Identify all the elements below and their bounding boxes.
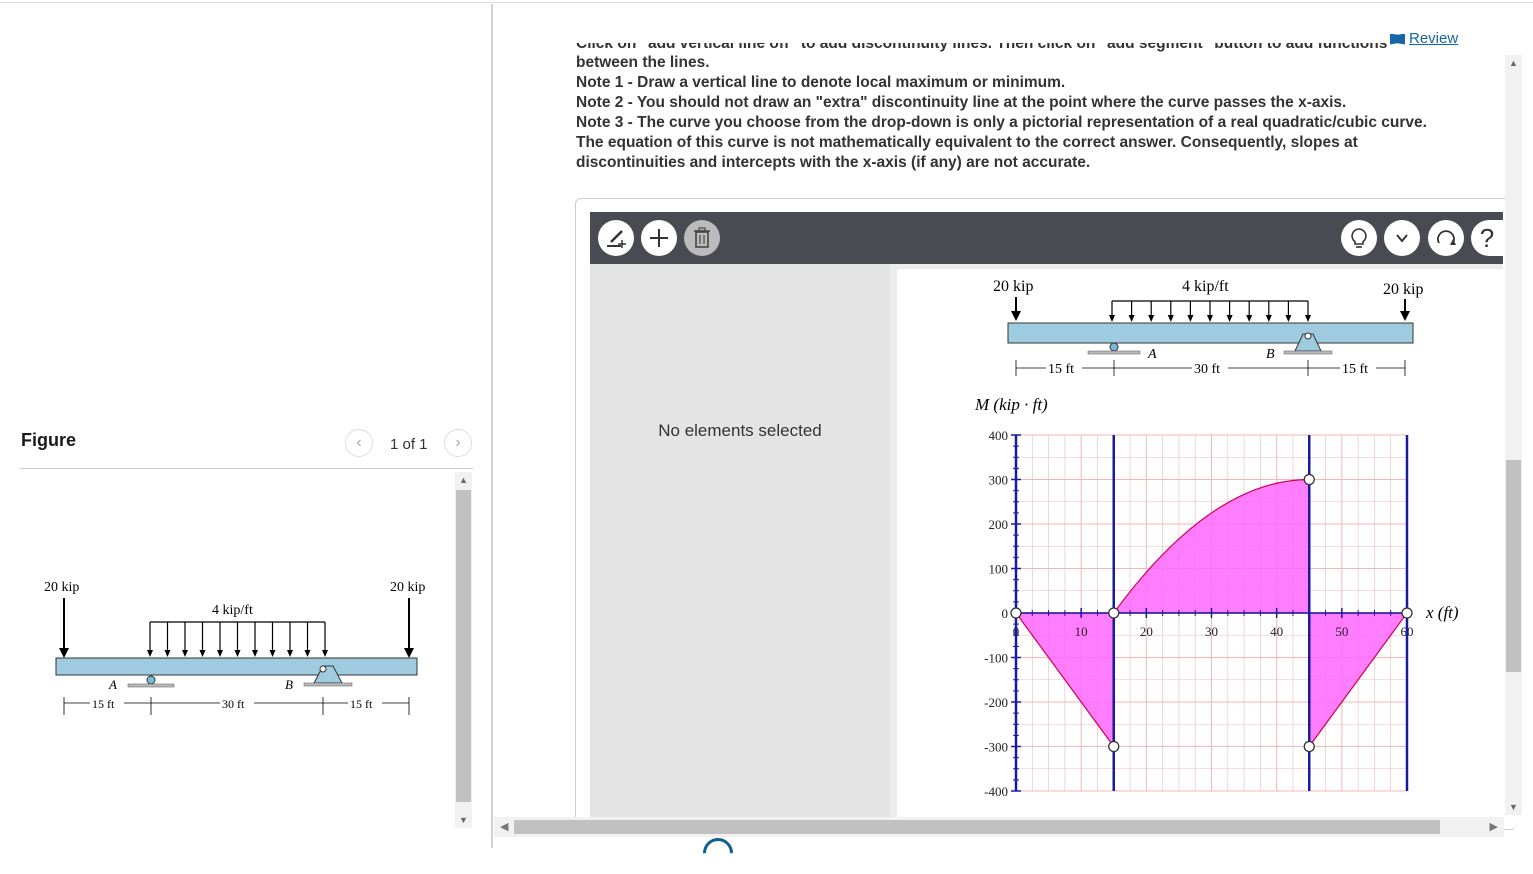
segment-endpoint-handle[interactable] bbox=[1108, 607, 1120, 619]
x-tick-label: 10 bbox=[1075, 624, 1088, 639]
properties-panel bbox=[590, 264, 890, 824]
figure-scroll-thumb[interactable] bbox=[456, 490, 471, 802]
reset-button[interactable] bbox=[1428, 220, 1464, 256]
figure-dist-load-arrows bbox=[147, 621, 328, 657]
figure-span-mid: 30 ft bbox=[222, 697, 245, 711]
figure-beam bbox=[55, 657, 418, 676]
instruction-note-2: Note 2 - You should not draw an "extra" … bbox=[576, 94, 1347, 111]
horizontal-scroll-thumb[interactable] bbox=[514, 820, 1440, 834]
figure-support-a-label: A bbox=[108, 677, 117, 692]
figure-prev-button[interactable]: ‹ bbox=[345, 429, 373, 457]
draw-vertical-line-icon bbox=[607, 230, 626, 248]
scroll-up-icon[interactable]: ▲ bbox=[459, 475, 468, 485]
loading-spinner-icon bbox=[696, 831, 740, 874]
x-tick-label: 50 bbox=[1335, 624, 1348, 639]
x-tick-label: 40 bbox=[1270, 624, 1283, 639]
dropdown-button[interactable] bbox=[1384, 220, 1420, 256]
instruction-note-1: Note 1 - Draw a vertical line to denote … bbox=[576, 74, 1066, 91]
add-segment-button[interactable] bbox=[641, 220, 677, 256]
y-tick-label: -100 bbox=[984, 651, 1008, 666]
y-tick-label: -400 bbox=[984, 784, 1008, 799]
instruction-note-3b: The equation of this curve is not mathem… bbox=[576, 134, 1358, 151]
beam-support-b-label: B bbox=[1266, 347, 1275, 362]
hint-lightbulb-icon bbox=[1351, 228, 1367, 248]
x-tick-label: 20 bbox=[1140, 624, 1153, 639]
instruction-line-1: between the lines. bbox=[576, 54, 710, 71]
instruction-note-3c: discontinuities and intercepts with the … bbox=[576, 154, 1091, 171]
scroll-left-icon[interactable]: ◀ bbox=[500, 820, 508, 833]
moment-diagram-svg[interactable]: 20 kip 20 kip 4 kip/ft A B 15 ft 30 ft 1… bbox=[890, 264, 1503, 824]
top-border bbox=[0, 2, 1533, 3]
figure-span-right: 15 ft bbox=[350, 697, 373, 711]
y-tick-label: 400 bbox=[989, 428, 1009, 443]
y-tick-label: 300 bbox=[989, 473, 1009, 488]
figure-counter: 1 of 1 bbox=[390, 436, 428, 453]
y-tick-label: -200 bbox=[984, 695, 1008, 710]
add-segment-icon bbox=[650, 229, 668, 247]
x-tick-label: 30 bbox=[1205, 624, 1218, 639]
figure-load-left-label: 20 kip bbox=[44, 580, 79, 595]
segment-endpoint-handle[interactable] bbox=[1401, 607, 1413, 619]
segment-endpoint-handle[interactable] bbox=[1303, 473, 1315, 486]
instructions: Click on "add vertical line off" to add … bbox=[576, 43, 1496, 173]
chevron-left-icon: ‹ bbox=[356, 434, 362, 451]
scroll-right-icon[interactable]: ▶ bbox=[1490, 820, 1498, 833]
content-scrollbar[interactable]: ▲ ▼ bbox=[1505, 55, 1522, 815]
segment-endpoint-handle[interactable] bbox=[1010, 607, 1022, 619]
beam-dist-load-label: 4 kip/ft bbox=[1182, 278, 1229, 295]
horizontal-scrollbar[interactable]: ◀ ▶ bbox=[494, 817, 1504, 837]
pane-divider[interactable] bbox=[491, 4, 493, 848]
beam-span-right: 15 ft bbox=[1342, 362, 1368, 377]
beam-support-a-label: A bbox=[1147, 347, 1157, 362]
chevron-right-icon: › bbox=[455, 434, 461, 451]
beam-span-mid: 30 ft bbox=[1194, 362, 1220, 377]
figure-load-right-label: 20 kip bbox=[390, 580, 425, 595]
beam-span-left: 15 ft bbox=[1048, 362, 1074, 377]
delete-button[interactable] bbox=[684, 220, 720, 256]
scroll-up-icon[interactable]: ▲ bbox=[1509, 58, 1518, 68]
y-tick-label: 100 bbox=[989, 562, 1009, 577]
instruction-line-0: Click on "add vertical line off" to add … bbox=[576, 43, 1388, 52]
y-tick-label: 0 bbox=[1002, 606, 1009, 621]
add-vertical-line-button[interactable] bbox=[598, 220, 634, 256]
help-button[interactable]: ? bbox=[1471, 220, 1503, 256]
content-scroll-thumb[interactable] bbox=[1506, 460, 1521, 672]
y-axis-label: M (kip · ft) bbox=[974, 395, 1048, 414]
segment-endpoint-handle[interactable] bbox=[1303, 740, 1315, 753]
figure-span-left: 15 ft bbox=[92, 697, 115, 711]
y-tick-label: -300 bbox=[984, 740, 1008, 755]
reset-icon bbox=[1437, 230, 1456, 245]
segment-endpoint-handle[interactable] bbox=[1108, 740, 1120, 753]
figure-scrollbar[interactable]: ▲ ▼ bbox=[455, 472, 472, 828]
figure-dist-load-label: 4 kip/ft bbox=[212, 603, 253, 618]
beam-load-right-label: 20 kip bbox=[1383, 281, 1423, 298]
instruction-note-3a: Note 3 - The curve you choose from the d… bbox=[576, 114, 1427, 131]
trash-icon bbox=[694, 227, 710, 248]
figure-beam-diagram: 20 kip 20 kip 4 kip/ft A B 15 ft 30 ft 1… bbox=[44, 580, 425, 715]
y-tick-label: 200 bbox=[989, 517, 1009, 532]
hint-button[interactable] bbox=[1341, 220, 1377, 256]
no-selection-message: No elements selected bbox=[658, 421, 822, 440]
beam-diagram: 20 kip 20 kip 4 kip/ft A B 15 ft 30 ft 1… bbox=[993, 278, 1423, 377]
scroll-down-icon[interactable]: ▼ bbox=[1509, 802, 1518, 812]
scroll-down-icon[interactable]: ▼ bbox=[459, 815, 468, 825]
beam-body bbox=[1007, 322, 1414, 344]
help-icon: ? bbox=[1479, 222, 1495, 253]
figure-title: Figure bbox=[21, 430, 77, 450]
figure-divider bbox=[20, 468, 473, 469]
figure-support-b-label: B bbox=[285, 677, 293, 692]
figure-next-button[interactable]: › bbox=[444, 429, 472, 457]
x-axis-label: x (ft) bbox=[1425, 603, 1459, 622]
beam-load-left-label: 20 kip bbox=[993, 278, 1033, 295]
chevron-down-icon bbox=[1396, 234, 1408, 243]
